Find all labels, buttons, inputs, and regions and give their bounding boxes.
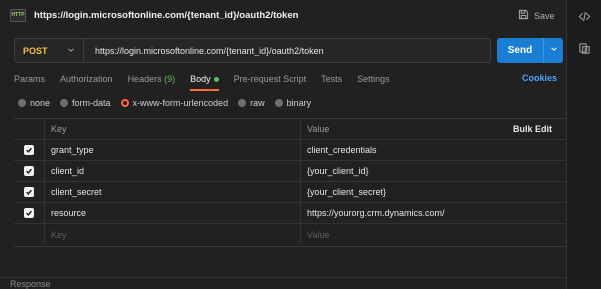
radio-label: x-www-form-urlencoded bbox=[132, 98, 229, 108]
tab-headers[interactable]: Headers (9) bbox=[128, 72, 176, 88]
response-panel[interactable]: Response bbox=[0, 277, 566, 289]
request-tabs: Params Authorization Headers (9) Body Pr… bbox=[14, 72, 405, 91]
radio-label: binary bbox=[286, 98, 312, 108]
body-type-raw[interactable]: raw bbox=[238, 98, 265, 108]
tab-authorization[interactable]: Authorization bbox=[60, 72, 113, 88]
tab-label: Params bbox=[14, 74, 46, 84]
value-text: https://yourorg.crm.dynamics.com/ bbox=[307, 208, 445, 218]
row-checkbox[interactable] bbox=[24, 208, 34, 218]
url-input[interactable] bbox=[84, 39, 490, 62]
tab-label: Tests bbox=[321, 74, 343, 84]
code-icon[interactable] bbox=[578, 10, 591, 23]
value-cell[interactable]: {your_client_id} bbox=[300, 161, 508, 181]
value-cell[interactable]: https://yourorg.crm.dynamics.com/ bbox=[300, 203, 508, 223]
value-cell[interactable]: client_credentials bbox=[300, 140, 508, 160]
value-text: client_credentials bbox=[307, 145, 377, 155]
value-text: {your_client_secret} bbox=[307, 187, 387, 197]
new-value-cell[interactable]: Value bbox=[300, 224, 508, 245]
row-checkbox[interactable] bbox=[24, 187, 34, 197]
body-type-urlencoded[interactable]: x-www-form-urlencoded bbox=[120, 98, 229, 108]
table-row: client_id {your_client_id} bbox=[14, 161, 566, 182]
tab-body[interactable]: Body bbox=[190, 72, 219, 91]
tab-label: Pre-request Script bbox=[233, 74, 307, 84]
response-label: Response bbox=[10, 279, 51, 289]
radio-label: form-data bbox=[72, 98, 111, 108]
tab-params[interactable]: Params bbox=[14, 72, 45, 88]
right-sidebar bbox=[566, 0, 601, 289]
save-button[interactable]: Save bbox=[518, 9, 555, 22]
radio-button bbox=[18, 99, 26, 107]
tab-label: Authorization bbox=[60, 74, 113, 84]
tab-label: Body bbox=[190, 74, 211, 84]
body-active-dot bbox=[213, 77, 219, 83]
row-checkbox[interactable] bbox=[24, 145, 34, 155]
tab-pre-request-script[interactable]: Pre-request Script bbox=[234, 72, 307, 88]
check-icon bbox=[26, 210, 32, 216]
tab-settings[interactable]: Settings bbox=[357, 72, 390, 88]
key-cell[interactable]: client_id bbox=[44, 161, 300, 181]
key-text: client_secret bbox=[51, 187, 102, 197]
save-icon bbox=[518, 9, 529, 22]
table-row: client_secret {your_client_secret} bbox=[14, 182, 566, 203]
bulk-edit-button[interactable]: Bulk Edit bbox=[513, 124, 552, 134]
send-label: Send bbox=[507, 45, 533, 56]
http-request-icon: HTTP bbox=[10, 9, 26, 22]
value-cell[interactable]: {your_client_secret} bbox=[300, 182, 508, 202]
chevron-down-icon bbox=[550, 45, 558, 56]
send-options-button[interactable] bbox=[543, 38, 563, 63]
table-row: grant_type client_credentials bbox=[14, 140, 566, 161]
request-title[interactable]: https://login.microsoftonline.com/{tenan… bbox=[34, 10, 298, 21]
value-column-header: Value bbox=[307, 124, 330, 134]
app-icon-label: HTTP bbox=[11, 12, 25, 18]
tab-label: Settings bbox=[357, 74, 390, 84]
radio-button-selected bbox=[120, 99, 129, 107]
body-type-options: none form-data x-www-form-urlencoded raw… bbox=[18, 97, 321, 109]
new-param-row: Key Value bbox=[14, 224, 566, 245]
row-checkbox[interactable] bbox=[24, 166, 34, 176]
key-placeholder: Key bbox=[51, 229, 67, 240]
check-icon bbox=[26, 147, 32, 153]
new-key-cell[interactable]: Key bbox=[44, 224, 300, 245]
tab-label: Headers bbox=[127, 74, 162, 84]
chevron-down-icon bbox=[67, 46, 75, 56]
tab-tests[interactable]: Tests bbox=[321, 72, 342, 88]
info-icon[interactable] bbox=[578, 42, 591, 55]
body-params-table: Key Value Bulk Edit grant_type client_cr… bbox=[14, 118, 566, 247]
key-text: grant_type bbox=[51, 145, 94, 155]
radio-button bbox=[238, 99, 247, 107]
method-select[interactable]: POST bbox=[15, 39, 84, 62]
radio-label: raw bbox=[250, 98, 265, 108]
key-cell[interactable]: resource bbox=[44, 203, 300, 223]
body-type-form-data[interactable]: form-data bbox=[60, 98, 111, 108]
radio-button bbox=[274, 99, 283, 107]
table-row: resource https://yourorg.crm.dynamics.co… bbox=[14, 203, 566, 224]
value-text: {your_client_id} bbox=[307, 166, 369, 176]
cookies-link[interactable]: Cookies bbox=[522, 73, 557, 83]
body-type-binary[interactable]: binary bbox=[274, 98, 312, 108]
radio-button bbox=[60, 99, 69, 107]
radio-label: none bbox=[30, 98, 51, 108]
key-column-header: Key bbox=[51, 124, 67, 134]
table-header-row: Key Value Bulk Edit bbox=[14, 119, 566, 140]
send-button[interactable]: Send bbox=[497, 38, 563, 63]
url-bar: POST bbox=[14, 38, 491, 63]
value-placeholder: Value bbox=[307, 229, 330, 240]
body-type-none[interactable]: none bbox=[18, 98, 50, 108]
request-header: HTTP https://login.microsoftonline.com/{… bbox=[0, 0, 566, 32]
key-cell[interactable]: client_secret bbox=[44, 182, 300, 202]
key-cell[interactable]: grant_type bbox=[44, 140, 300, 160]
check-icon bbox=[26, 189, 32, 195]
headers-count: (9) bbox=[164, 74, 176, 84]
save-label: Save bbox=[534, 10, 555, 21]
key-text: client_id bbox=[51, 166, 85, 176]
check-icon bbox=[26, 168, 32, 174]
key-text: resource bbox=[51, 208, 87, 218]
method-label: POST bbox=[23, 45, 48, 56]
